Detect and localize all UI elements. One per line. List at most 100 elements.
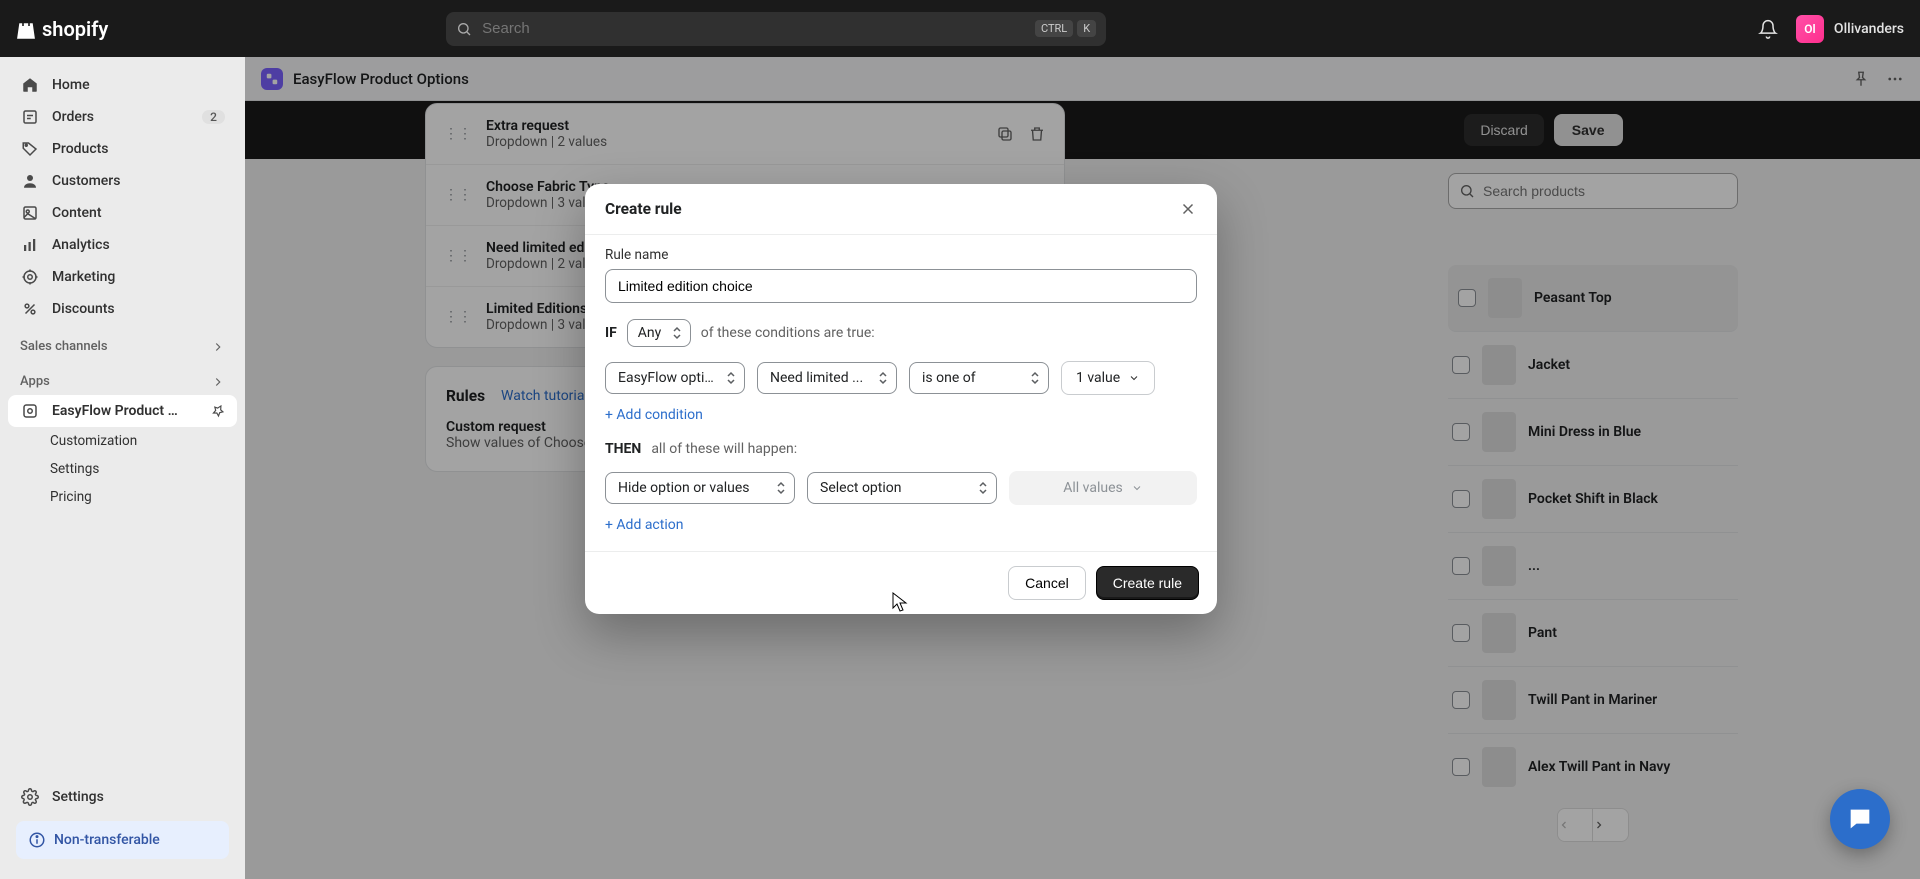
banner-text: Non-transferable — [54, 832, 160, 848]
kbd-ctrl: CTRL — [1035, 20, 1073, 37]
create-rule-modal: Create rule Rule name IF Any of these co… — [585, 184, 1217, 614]
nav-marketing[interactable]: Marketing — [8, 261, 237, 293]
tag-icon — [20, 139, 40, 159]
chevron-right-icon — [211, 375, 225, 389]
apps-header[interactable]: Apps — [8, 360, 237, 395]
nav-content[interactable]: Content — [8, 197, 237, 229]
value-text: All values — [1063, 480, 1122, 496]
select-value: Select option — [820, 480, 902, 496]
chevron-down-icon — [1131, 482, 1143, 494]
gear-icon — [20, 787, 40, 807]
modal-title: Create rule — [605, 200, 682, 218]
nav-label: Content — [52, 205, 102, 221]
topbar: shopify CTRL K Ol Ollivanders — [0, 0, 1920, 57]
shopify-logo[interactable]: shopify — [16, 17, 108, 41]
nav-label: Discounts — [52, 301, 115, 317]
create-rule-button[interactable]: Create rule — [1096, 566, 1199, 600]
shopify-bag-icon — [16, 18, 36, 40]
select-value: EasyFlow opti... — [618, 370, 715, 386]
condition-source-select[interactable]: EasyFlow opti... — [605, 362, 745, 394]
nav-sub-pricing[interactable]: Pricing — [8, 483, 237, 511]
condition-value-button[interactable]: 1 value — [1061, 361, 1155, 395]
chevron-right-icon — [211, 340, 225, 354]
close-icon — [1179, 200, 1197, 218]
user-icon — [20, 171, 40, 191]
sales-channels-header[interactable]: Sales channels — [8, 325, 237, 360]
nav-label: Customers — [52, 173, 120, 189]
info-icon — [28, 831, 46, 849]
condition-option-select[interactable]: Need limited ... — [757, 362, 897, 394]
analytics-icon — [20, 235, 40, 255]
section-text: Apps — [20, 374, 50, 389]
nav-label: Pricing — [50, 489, 92, 505]
select-arrows-icon — [726, 371, 736, 385]
sidebar: Home Orders 2 Products Customers Content… — [0, 57, 245, 879]
nontransferable-banner[interactable]: Non-transferable — [16, 821, 229, 859]
select-value: Hide option or values — [618, 480, 749, 496]
nav-label: Customization — [50, 433, 137, 449]
select-arrows-icon — [1030, 371, 1040, 385]
close-button[interactable] — [1179, 200, 1197, 218]
rule-name-input[interactable] — [605, 269, 1197, 303]
action-option-select[interactable]: Select option — [807, 472, 997, 504]
avatar: Ol — [1796, 15, 1824, 43]
nav-discounts[interactable]: Discounts — [8, 293, 237, 325]
section-text: Sales channels — [20, 339, 108, 354]
action-type-select[interactable]: Hide option or values — [605, 472, 795, 504]
nav-home[interactable]: Home — [8, 69, 237, 101]
nav-orders[interactable]: Orders 2 — [8, 101, 237, 133]
nav-products[interactable]: Products — [8, 133, 237, 165]
app-square-icon — [20, 401, 40, 421]
select-arrows-icon — [978, 481, 988, 495]
bell-icon[interactable] — [1758, 19, 1778, 39]
select-value: is one of — [922, 370, 976, 386]
global-search[interactable]: CTRL K — [446, 12, 1106, 46]
nav-label: Orders — [52, 109, 94, 125]
avatar-initials: Ol — [1804, 22, 1815, 36]
home-icon — [20, 75, 40, 95]
condition-operator-select[interactable]: is one of — [909, 362, 1049, 394]
select-arrows-icon — [776, 481, 786, 495]
nav-label: Settings — [50, 461, 99, 477]
nav-sub-customization[interactable]: Customization — [8, 427, 237, 455]
search-shortcut: CTRL K — [1035, 20, 1096, 37]
action-values-button: All values — [1009, 471, 1197, 505]
nav-app-easyflow[interactable]: EasyFlow Product Op... — [8, 395, 237, 427]
add-action-link[interactable]: + Add action — [605, 517, 683, 533]
nav-analytics[interactable]: Analytics — [8, 229, 237, 261]
nav-label: Products — [52, 141, 109, 157]
cancel-button[interactable]: Cancel — [1008, 566, 1086, 600]
add-condition-link[interactable]: + Add condition — [605, 407, 703, 423]
select-value: Any — [638, 325, 662, 341]
chat-fab[interactable] — [1830, 789, 1890, 849]
value-text: 1 value — [1076, 370, 1120, 386]
select-value: Need limited ... — [770, 370, 863, 386]
global-search-input[interactable] — [482, 20, 1025, 37]
nav-label: Marketing — [52, 269, 115, 285]
orders-icon — [20, 107, 40, 127]
nav-sub-settings[interactable]: Settings — [8, 455, 237, 483]
discount-icon — [20, 299, 40, 319]
nav-label: EasyFlow Product Op... — [52, 403, 182, 419]
nav-label: Analytics — [52, 237, 110, 253]
chevron-down-icon — [1128, 372, 1140, 384]
target-icon — [20, 267, 40, 287]
nav-settings[interactable]: Settings — [8, 781, 237, 813]
brand-text: shopify — [42, 17, 108, 41]
if-suffix: of these conditions are true: — [701, 325, 875, 341]
select-arrows-icon — [878, 371, 888, 385]
orders-badge: 2 — [202, 110, 225, 124]
search-icon — [456, 21, 472, 37]
if-mode-select[interactable]: Any — [627, 319, 691, 347]
kbd-k: K — [1077, 20, 1096, 37]
chat-icon — [1846, 805, 1874, 833]
nav-label: Home — [52, 77, 90, 93]
select-arrows-icon — [672, 326, 682, 340]
user-name: Ollivanders — [1834, 21, 1904, 37]
if-label: IF — [605, 325, 617, 341]
content-icon — [20, 203, 40, 223]
pin-icon[interactable] — [211, 404, 225, 418]
user-menu[interactable]: Ol Ollivanders — [1796, 15, 1904, 43]
nav-customers[interactable]: Customers — [8, 165, 237, 197]
then-label: THEN — [605, 441, 641, 457]
